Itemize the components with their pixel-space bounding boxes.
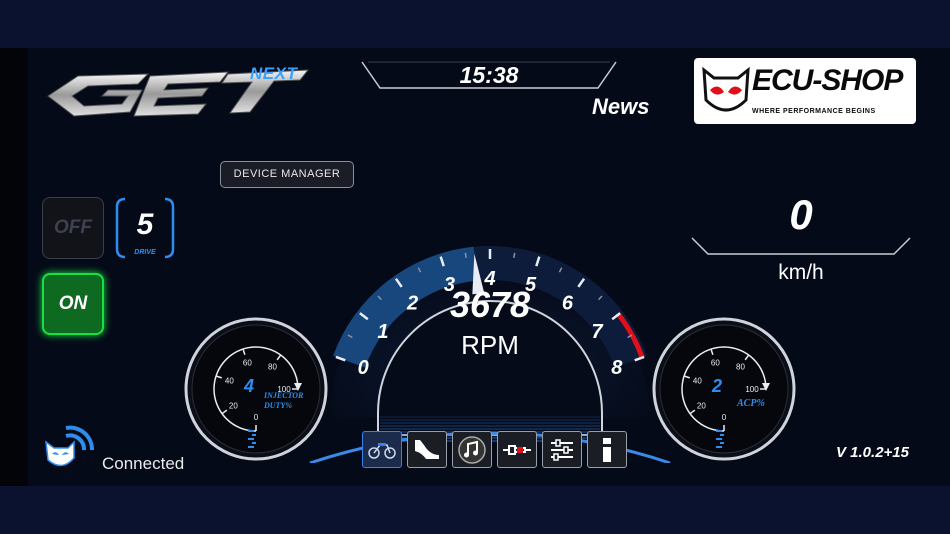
speed-unit: km/h <box>778 261 824 284</box>
drive-mode-value[interactable]: 5 <box>113 208 177 242</box>
acp-level-bar <box>720 442 724 444</box>
nav-info-button[interactable] <box>587 431 627 468</box>
nav-settings-button[interactable] <box>542 431 582 468</box>
info-icon <box>603 437 611 462</box>
acp-level-bar <box>716 430 722 432</box>
injector-tick-label: 80 <box>268 362 277 371</box>
acp-tick-label: 100 <box>745 385 759 394</box>
acp-gauge: 0 20 40 60 80 100 <box>652 317 796 461</box>
injector-icon <box>503 444 531 455</box>
nav-chart-button[interactable] <box>407 431 447 468</box>
ecu-cat-icon <box>702 66 750 112</box>
rpm-minor-tick <box>464 252 467 258</box>
injector-level-bar <box>248 430 254 432</box>
rpm-tick-label: 0 <box>358 357 369 379</box>
dashboard-screen: NEXT 15:38 News ECU-SHOP WHERE PERFORMAN… <box>0 48 950 486</box>
acp-level-bar <box>716 438 722 440</box>
injector-tick-label: 0 <box>254 413 259 422</box>
injector-tick-label: 40 <box>225 376 234 385</box>
bottom-letterbox <box>0 486 950 534</box>
injector-tick-label: 60 <box>243 358 252 367</box>
nav-music-button[interactable] <box>452 431 492 468</box>
chart-icon <box>415 439 439 459</box>
acp-label: ACP% <box>737 398 765 409</box>
logo-next-text: NEXT <box>250 64 298 83</box>
speed-value: 0 <box>789 191 813 238</box>
connection-status: Connected <box>102 454 185 473</box>
left-edge-strip <box>0 48 28 486</box>
injector-level-bar <box>252 442 256 444</box>
rpm-tick-label: 8 <box>611 357 623 379</box>
off-button[interactable]: OFF <box>42 197 104 259</box>
on-button[interactable]: ON <box>42 273 104 335</box>
clock: 15:38 <box>459 62 519 88</box>
rpm-value: 3678 <box>449 284 531 325</box>
news-link[interactable]: News <box>592 94 649 120</box>
acp-tick-label: 80 <box>736 362 745 371</box>
injector-level-bar <box>248 438 254 440</box>
music-icon <box>458 435 486 464</box>
drive-mode-label: DRIVE <box>134 249 156 256</box>
rpm-unit: RPM <box>461 330 519 360</box>
acp-face <box>659 324 789 454</box>
dashboard-icon <box>368 442 396 459</box>
acp-tick-label: 0 <box>722 413 727 422</box>
acp-tick-label: 40 <box>693 376 702 385</box>
acp-tick-label: 20 <box>697 401 706 410</box>
acp-level-bar <box>716 446 722 448</box>
rpm-tick-label: 1 <box>377 321 388 343</box>
injector-duty-gauge: 0204060 80100 <box>184 317 328 461</box>
injector-duty-value: 4 <box>244 376 255 396</box>
ecu-shop-title: ECU-SHOP <box>752 64 903 97</box>
ecu-shop-tagline: WHERE PERFORMANCE BEGINS <box>752 108 876 115</box>
injector-level-bar <box>248 446 254 448</box>
bottom-nav <box>362 431 628 469</box>
rpm-tick-label: 7 <box>592 321 604 343</box>
top-letterbox <box>0 0 950 48</box>
injector-face <box>191 324 321 454</box>
settings-sliders-icon <box>551 438 573 461</box>
nav-dashboard-button[interactable] <box>362 431 402 468</box>
injector-level-bar <box>252 434 256 436</box>
acp-value: 2 <box>712 376 723 396</box>
rpm-minor-tick <box>513 252 516 258</box>
connection-wifi-icon <box>45 425 95 467</box>
injector-duty-label: INJECTOR DUTY% <box>264 391 304 410</box>
acp-level-bar <box>720 434 724 436</box>
injector-tick-label: 20 <box>229 401 238 410</box>
acp-tick-label: 60 <box>711 358 720 367</box>
app-version: V 1.0.2+15 <box>836 444 909 461</box>
nav-injector-button[interactable] <box>497 431 537 468</box>
